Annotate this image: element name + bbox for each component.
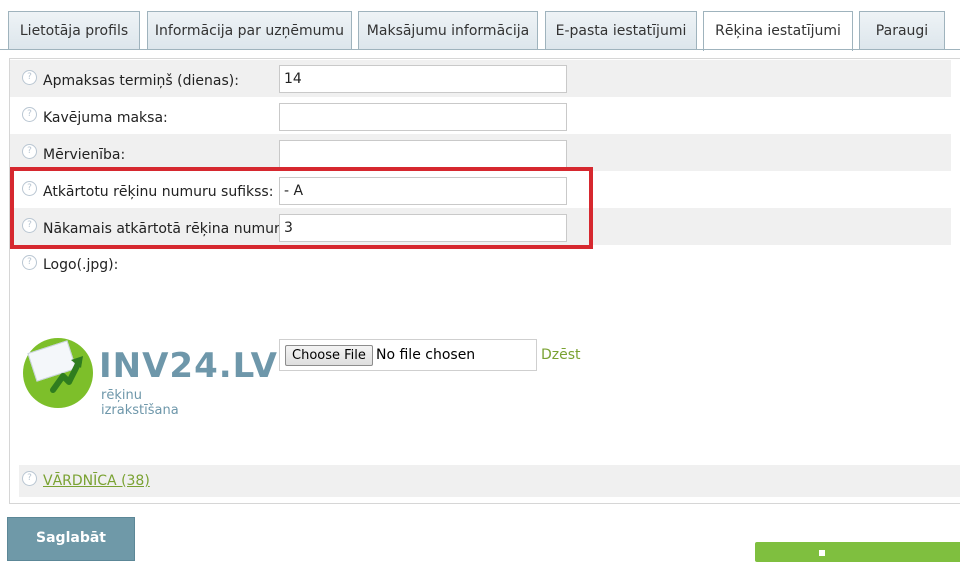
file-status-text: No file chosen (376, 347, 476, 363)
delete-logo-link[interactable]: Dzēst (541, 347, 581, 363)
payment-term-input[interactable] (279, 65, 567, 93)
help-icon[interactable]: ? (22, 471, 37, 486)
help-icon[interactable]: ? (22, 255, 37, 270)
tab-payment-info[interactable]: Maksājumu informācija (358, 11, 538, 49)
choose-file-button[interactable]: Choose File (285, 345, 373, 366)
help-icon[interactable]: ? (22, 70, 37, 85)
tab-templates[interactable]: Paraugi (859, 11, 945, 49)
highlight-frame (10, 167, 593, 249)
late-fee-input[interactable] (279, 103, 567, 131)
button-mark (819, 550, 825, 556)
logo-preview: INV24.LV rēķinu izrakstīšana (23, 338, 277, 418)
help-icon[interactable]: ? (22, 144, 37, 159)
logo-tagline: rēķinu izrakstīšana (101, 388, 179, 418)
tab-invoice-settings[interactable]: Rēķina iestatījumi (703, 11, 853, 51)
growth-arrow-icon (50, 356, 83, 393)
help-icon[interactable]: ? (22, 107, 37, 122)
save-button[interactable]: Saglabāt (7, 517, 135, 561)
unit-input[interactable] (279, 140, 567, 168)
dictionary-link[interactable]: VĀRDNĪCA (38) (43, 473, 150, 489)
unit-row: ? Mērvienība: (10, 134, 951, 171)
tabs-divider (0, 49, 960, 50)
tab-user-profile[interactable]: Lietotāja profils (8, 11, 140, 49)
tab-email-settings[interactable]: E-pasta iestatījumi (545, 11, 697, 49)
logo-label: Logo(.jpg): (43, 257, 119, 273)
dictionary-row: ? VĀRDNĪCA (38) (19, 465, 960, 497)
tab-company-info[interactable]: Informācija par uzņēmumu (147, 11, 352, 49)
payment-term-row: ? Apmaksas termiņš (dienas): (10, 60, 951, 97)
settings-tabs: Lietotāja profils Informācija par uzņēmu… (0, 0, 960, 51)
late-fee-row: ? Kavējuma maksa: (10, 97, 951, 134)
logo-row: ? Logo(.jpg): (10, 245, 951, 282)
logo-brand-text: INV24.LV (99, 346, 278, 386)
logo-file-input[interactable]: Choose File No file chosen (279, 339, 537, 371)
green-action-button[interactable] (755, 542, 960, 562)
payment-term-label: Apmaksas termiņš (dienas): (43, 73, 239, 89)
late-fee-label: Kavējuma maksa: (43, 110, 168, 126)
unit-label: Mērvienība: (43, 147, 126, 163)
